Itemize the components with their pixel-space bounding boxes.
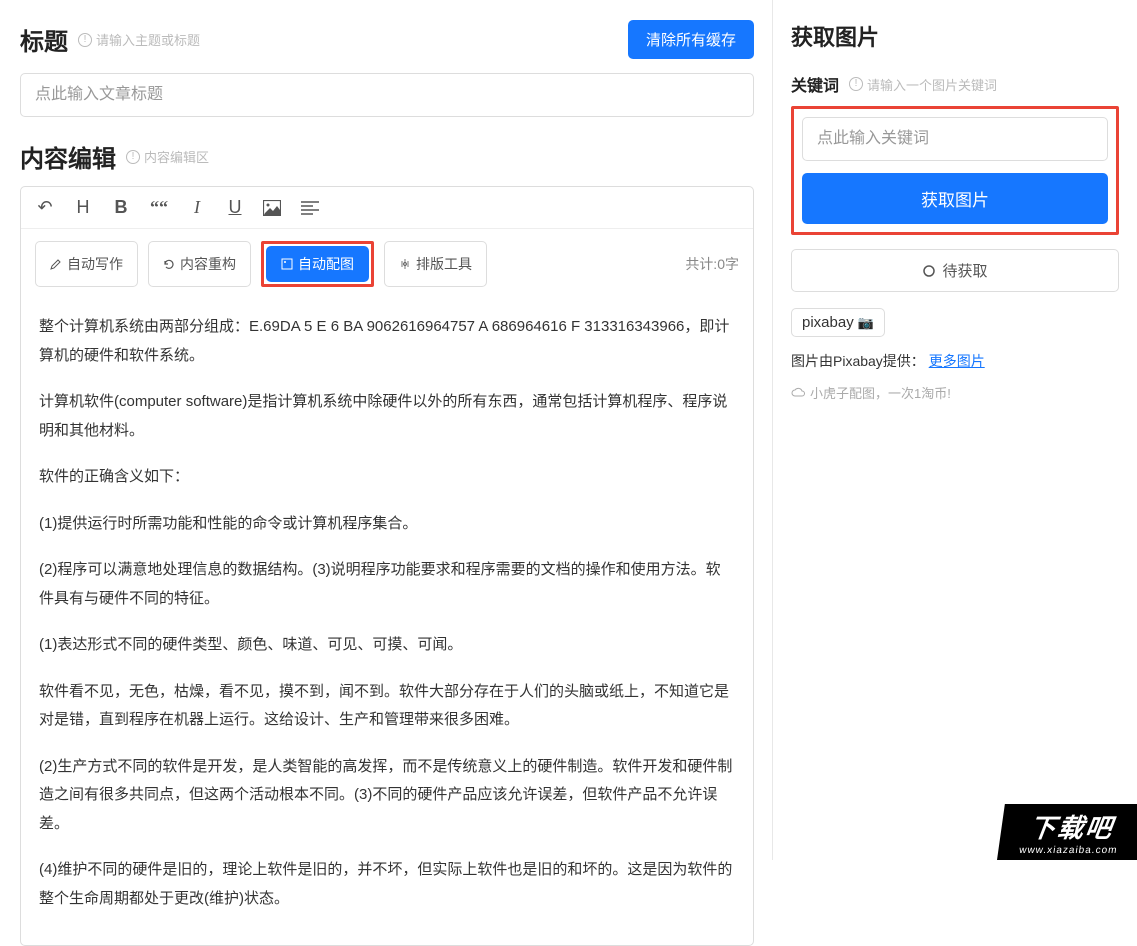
- content-paragraph: (4)维护不同的硬件是旧的，理论上软件是旧的，并不坏，但实际上软件也是旧的和坏的…: [39, 856, 735, 913]
- auto-image-button[interactable]: 自动配图: [266, 246, 369, 282]
- image-icon: [281, 258, 293, 270]
- content-paragraph: 软件的正确含义如下：: [39, 463, 735, 492]
- align-icon[interactable]: [301, 201, 321, 215]
- content-paragraph: (2)生产方式不同的软件是开发，是人类智能的高发挥，而不是传统意义上的硬件制造。…: [39, 753, 735, 839]
- format-toolbar: ↶ H B ““ I U: [21, 187, 753, 229]
- keyword-label: 关键词: [791, 72, 839, 96]
- fetch-image-button[interactable]: 获取图片: [802, 173, 1108, 224]
- left-panel: 标题 ! 请输入主题或标题 清除所有缓存 内容编辑 ! 内容编辑区 ↶ H B …: [0, 0, 773, 860]
- info-icon: !: [78, 33, 92, 47]
- keyword-header: 关键词 ! 请输入一个图片关键词: [791, 72, 1119, 96]
- image-credit: 图片由Pixabay提供： 更多图片: [791, 351, 1119, 371]
- content-label: 内容编辑: [20, 139, 116, 174]
- content-hint: ! 内容编辑区: [126, 147, 209, 166]
- content-paragraph: 整个计算机系统由两部分组成：E.69DA 5 E 6 BA 9062616964…: [39, 313, 735, 370]
- keyword-highlight-box: 获取图片: [791, 106, 1119, 235]
- layout-tool-button[interactable]: 排版工具: [384, 241, 487, 287]
- footer-note: 小虎子配图，一次1淘币!: [791, 383, 1119, 402]
- undo-icon[interactable]: ↶: [35, 197, 55, 218]
- title-hint: ! 请输入主题或标题: [78, 30, 200, 49]
- word-counter: 共计:0字: [685, 254, 739, 274]
- pending-button[interactable]: 待获取: [791, 249, 1119, 292]
- refresh-icon: [163, 258, 175, 270]
- content-paragraph: 软件看不见，无色，枯燥，看不见，摸不到，闻不到。软件大部分存在于人们的头脑或纸上…: [39, 678, 735, 735]
- auto-write-button[interactable]: 自动写作: [35, 241, 138, 287]
- title-label: 标题: [20, 22, 68, 57]
- camera-icon: 📷: [858, 315, 874, 330]
- info-icon: !: [126, 150, 140, 164]
- auto-image-highlight: 自动配图: [261, 241, 374, 287]
- image-panel-title: 获取图片: [791, 20, 1119, 52]
- clear-cache-button[interactable]: 清除所有缓存: [628, 20, 754, 59]
- keyword-hint: ! 请输入一个图片关键词: [849, 75, 997, 94]
- layout-icon: [399, 258, 411, 270]
- quote-icon[interactable]: ““: [149, 197, 169, 218]
- content-paragraph: (2)程序可以满意地处理信息的数据结构。(3)说明程序功能要求和程序需要的文档的…: [39, 556, 735, 613]
- editor-box: ↶ H B ““ I U 自动写作 内容重构: [20, 186, 754, 946]
- pencil-icon: [50, 258, 62, 270]
- content-header: 内容编辑 ! 内容编辑区: [20, 139, 754, 174]
- content-paragraph: (1)表达形式不同的硬件类型、颜色、味道、可见、可摸、可闻。: [39, 631, 735, 660]
- more-images-link[interactable]: 更多图片: [929, 353, 985, 369]
- info-icon: !: [849, 77, 863, 91]
- title-header: 标题 ! 请输入主题或标题 清除所有缓存: [20, 20, 754, 59]
- content-paragraph: 计算机软件(computer software)是指计算机系统中除硬件以外的所有…: [39, 388, 735, 445]
- image-icon[interactable]: [263, 200, 283, 216]
- article-title-input[interactable]: [20, 73, 754, 117]
- right-panel: 获取图片 关键词 ! 请输入一个图片关键词 获取图片 待获取 pixabay 📷…: [773, 0, 1137, 860]
- watermark: 下载吧 www.xiazaiba.com: [997, 804, 1137, 860]
- rebuild-button[interactable]: 内容重构: [148, 241, 251, 287]
- cloud-icon: [791, 386, 805, 400]
- underline-icon[interactable]: U: [225, 197, 245, 218]
- heading-icon[interactable]: H: [73, 197, 93, 218]
- italic-icon[interactable]: I: [187, 197, 207, 218]
- editor-content[interactable]: 整个计算机系统由两部分组成：E.69DA 5 E 6 BA 9062616964…: [21, 299, 753, 945]
- action-toolbar: 自动写作 内容重构 自动配图 排版工具 共计:0字: [21, 229, 753, 299]
- content-paragraph: (1)提供运行时所需功能和性能的命令或计算机程序集合。: [39, 510, 735, 539]
- bold-icon[interactable]: B: [111, 197, 131, 218]
- pixabay-badge: pixabay 📷: [791, 308, 885, 337]
- keyword-input[interactable]: [802, 117, 1108, 161]
- circle-icon: [922, 264, 936, 278]
